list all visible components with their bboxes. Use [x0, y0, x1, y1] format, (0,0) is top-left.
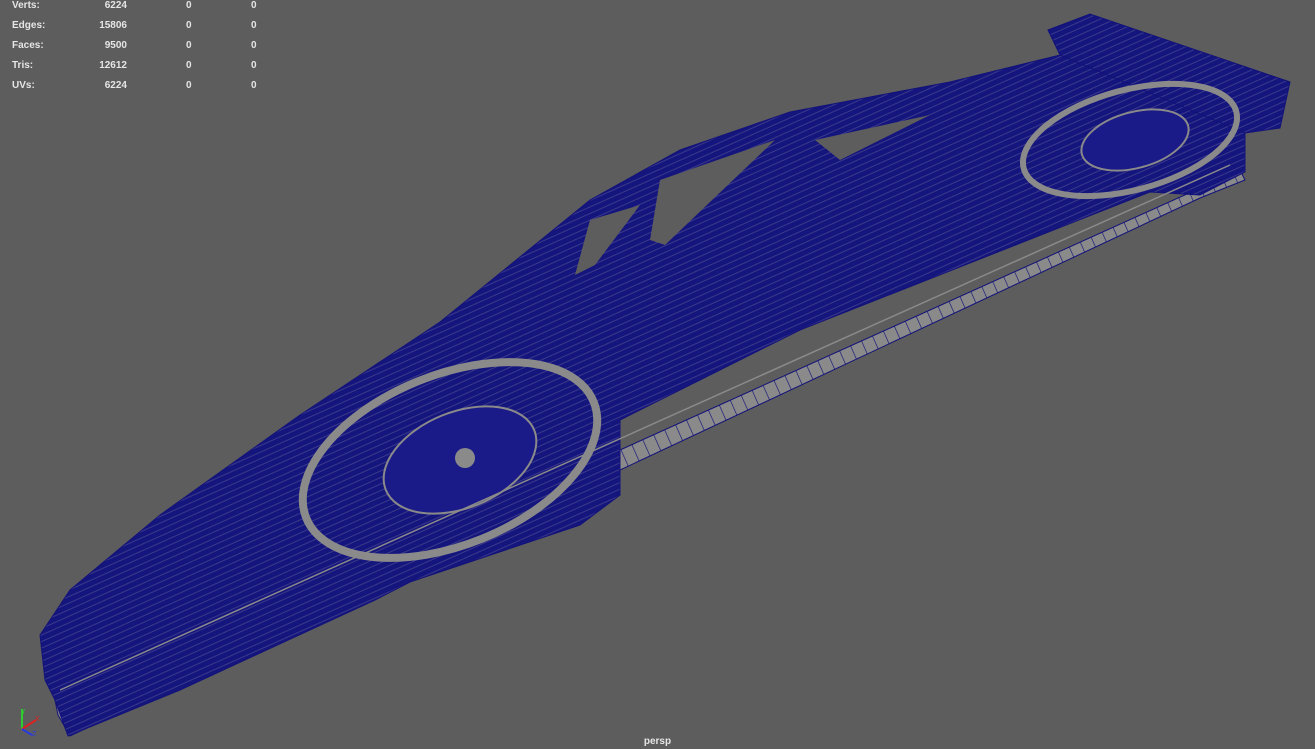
- x-axis-icon: [21, 719, 37, 730]
- camera-label: persp: [643, 736, 672, 747]
- view-axis-indicator: Y X Z: [21, 709, 40, 737]
- front-hub: [455, 448, 475, 468]
- z-axis-icon: [21, 728, 33, 736]
- wireframe-car-model[interactable]: [0, 0, 1315, 749]
- y-label: Y: [21, 709, 26, 716]
- x-label: X: [35, 716, 40, 723]
- car-body: [39, 54, 1246, 737]
